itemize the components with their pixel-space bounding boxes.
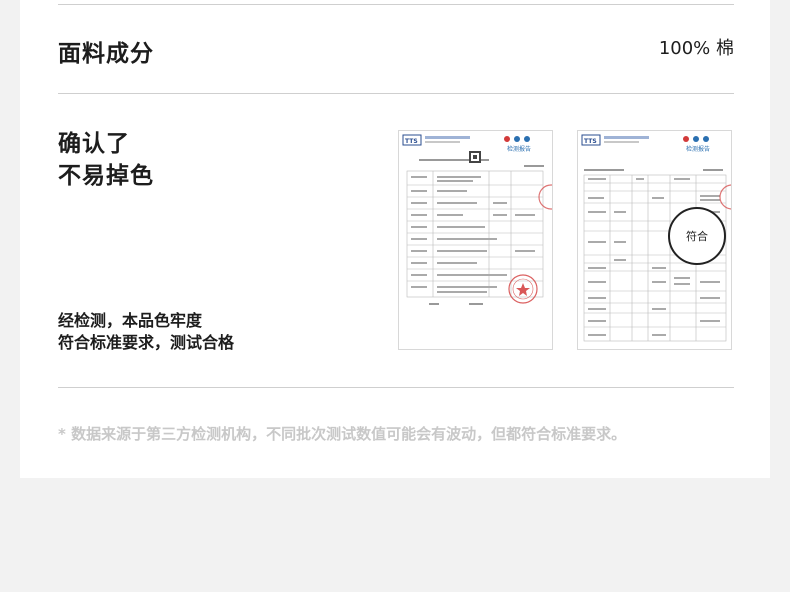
- fabric-value: 100% 棉: [658, 38, 734, 59]
- footnote: * 数据来源于第三方检测机构，不同批次测试数值可能会有波动，但都符合标准要求。: [58, 425, 627, 443]
- cert-header-1: 检测报告: [507, 145, 531, 153]
- desc-line-1: 经检测，本品色牢度: [58, 311, 203, 330]
- desc-line-2: 符合标准要求，测试合格: [58, 333, 235, 352]
- divider-bottom: [58, 387, 734, 388]
- cert-logo-1: TTS: [405, 138, 418, 145]
- test-report-image-1: TTS 检测报告: [398, 130, 553, 350]
- divider-top: [58, 4, 734, 5]
- test-description: 经检测，本品色牢度 符合标准要求，测试合格: [58, 310, 234, 354]
- fabric-title: 面料成分: [58, 41, 154, 67]
- confirm-line-1: 确认了: [58, 131, 130, 157]
- confirm-heading: 确认了 不易掉色: [58, 128, 154, 192]
- test-report-image-2: TTS 检测报告 符合: [577, 130, 732, 350]
- content-card: 面料成分 100% 棉 确认了 不易掉色 经检测，本品色牢度 符合标准要求，测试…: [20, 0, 770, 478]
- pass-stamp: 符合: [668, 207, 726, 265]
- cert-logo-2: TTS: [584, 138, 597, 145]
- confirm-line-2: 不易掉色: [58, 163, 154, 189]
- cert-header-2: 检测报告: [686, 145, 710, 153]
- divider-mid: [58, 93, 734, 94]
